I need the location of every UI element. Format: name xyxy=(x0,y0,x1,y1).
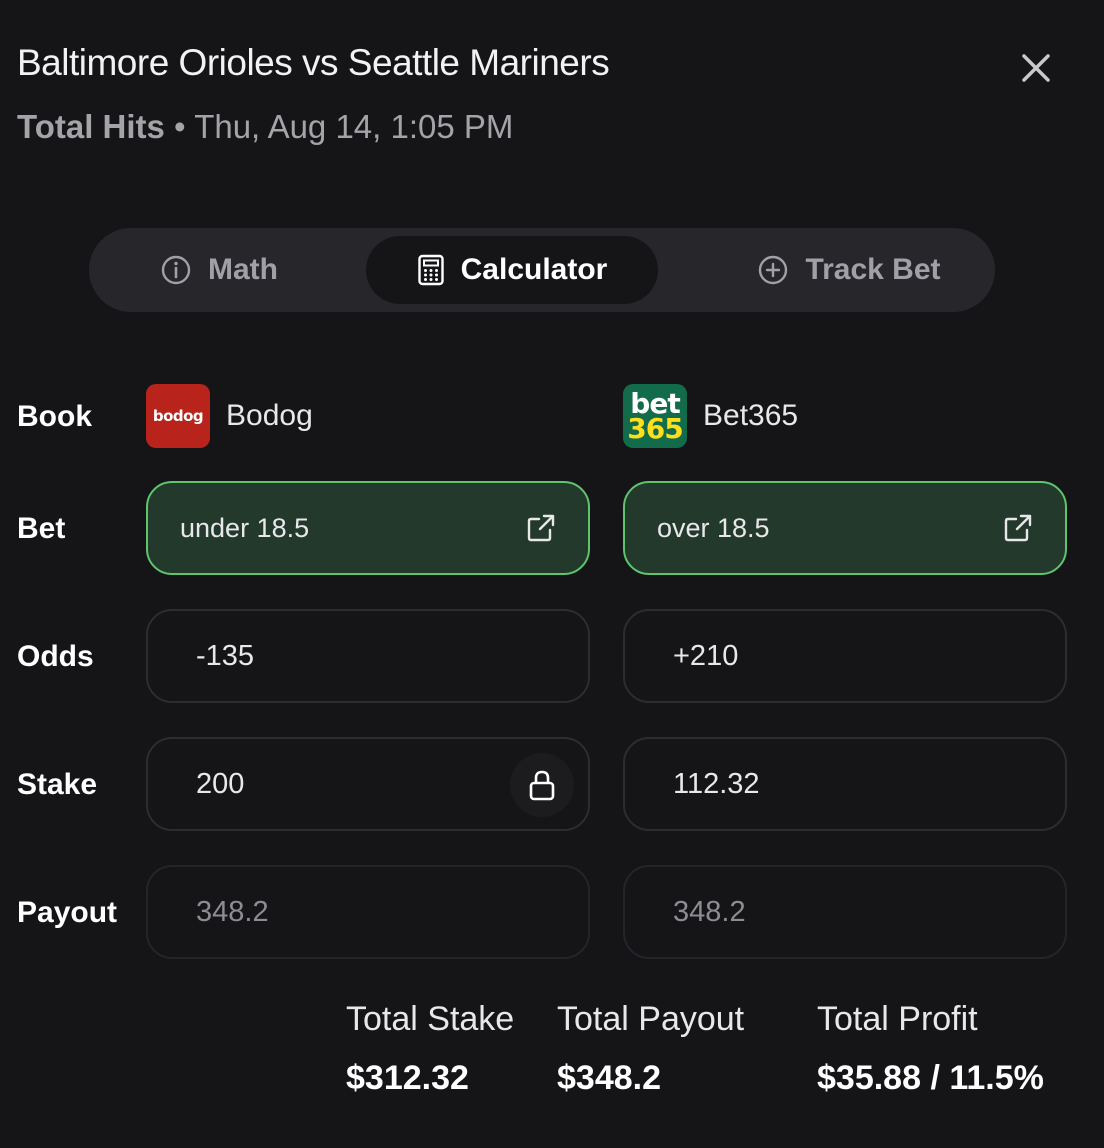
total-profit-label: Total Profit xyxy=(817,1000,978,1038)
close-icon xyxy=(1022,54,1050,82)
tab-calculator[interactable]: Calculator xyxy=(366,236,658,304)
odds-field-bet365[interactable] xyxy=(623,609,1067,703)
odds-field-bodog[interactable] xyxy=(146,609,590,703)
market-name: Total Hits xyxy=(17,108,165,145)
stake-field-bodog[interactable] xyxy=(146,737,590,831)
bet-label: Bet xyxy=(17,512,66,545)
bet365-logo: bet 365 xyxy=(623,384,687,448)
book-label: Book xyxy=(17,400,92,433)
payout-value: 348.2 xyxy=(673,895,746,928)
odds-input[interactable] xyxy=(196,639,496,673)
payout-value: 348.2 xyxy=(196,895,269,928)
total-stake-value: $312.32 xyxy=(346,1059,469,1097)
plus-circle-icon xyxy=(759,255,788,285)
page-subtitle: Total Hits • Thu, Aug 14, 1:05 PM xyxy=(17,108,513,146)
page-title: Baltimore Orioles vs Seattle Mariners xyxy=(17,42,610,83)
lock-stake-button[interactable] xyxy=(510,753,574,817)
book-bodog: bodog Bodog xyxy=(146,384,313,448)
total-payout-label: Total Payout xyxy=(557,1000,745,1038)
tab-math-label: Math xyxy=(208,253,278,286)
total-stake-label: Total Stake xyxy=(346,1000,515,1038)
subtitle-separator: • xyxy=(164,108,195,145)
total-profit-value: $35.88 / 11.5% xyxy=(817,1059,1044,1097)
lock-icon xyxy=(529,770,555,801)
tab-bar: Math Calculator Track Bet xyxy=(89,228,995,312)
calculator-icon xyxy=(417,254,444,286)
total-payout: Total Payout $348.2 xyxy=(557,1000,744,1098)
tab-track-bet-label: Track Bet xyxy=(805,253,941,286)
book-name: Bodog xyxy=(226,399,313,432)
stake-input[interactable] xyxy=(673,767,973,801)
info-icon xyxy=(161,255,191,285)
tab-track-bet[interactable]: Track Bet xyxy=(729,236,969,304)
bet-selection-bet365[interactable]: over 18.5 xyxy=(623,481,1067,575)
stake-input[interactable] xyxy=(196,767,496,801)
close-button[interactable] xyxy=(1012,44,1060,92)
total-payout-value: $348.2 xyxy=(557,1059,661,1097)
total-profit: Total Profit $35.88 / 11.5% xyxy=(817,1000,1044,1098)
book-name: Bet365 xyxy=(703,399,799,432)
tab-calculator-label: Calculator xyxy=(460,253,608,286)
external-link-icon[interactable] xyxy=(1003,513,1033,543)
bet-text: under 18.5 xyxy=(180,512,310,543)
bodog-logo: bodog xyxy=(146,384,210,448)
external-link-icon[interactable] xyxy=(526,513,556,543)
book-bet365: bet 365 Bet365 xyxy=(623,384,798,448)
bet-text: over 18.5 xyxy=(657,512,770,543)
bet-selection-bodog[interactable]: under 18.5 xyxy=(146,481,590,575)
bodog-logo-text: bodog xyxy=(152,407,204,425)
tab-math[interactable]: Math xyxy=(129,236,309,304)
total-stake: Total Stake $312.32 xyxy=(346,1000,514,1098)
stake-field-bet365[interactable] xyxy=(623,737,1067,831)
stake-label: Stake xyxy=(17,768,98,801)
payout-field-bodog: 348.2 xyxy=(146,865,590,959)
payout-field-bet365: 348.2 xyxy=(623,865,1067,959)
bet365-logo-text-bottom: 365 xyxy=(627,412,683,445)
payout-label: Payout xyxy=(17,896,118,929)
event-datetime: Thu, Aug 14, 1:05 PM xyxy=(194,108,514,145)
odds-input[interactable] xyxy=(673,639,973,673)
odds-label: Odds xyxy=(17,640,94,673)
